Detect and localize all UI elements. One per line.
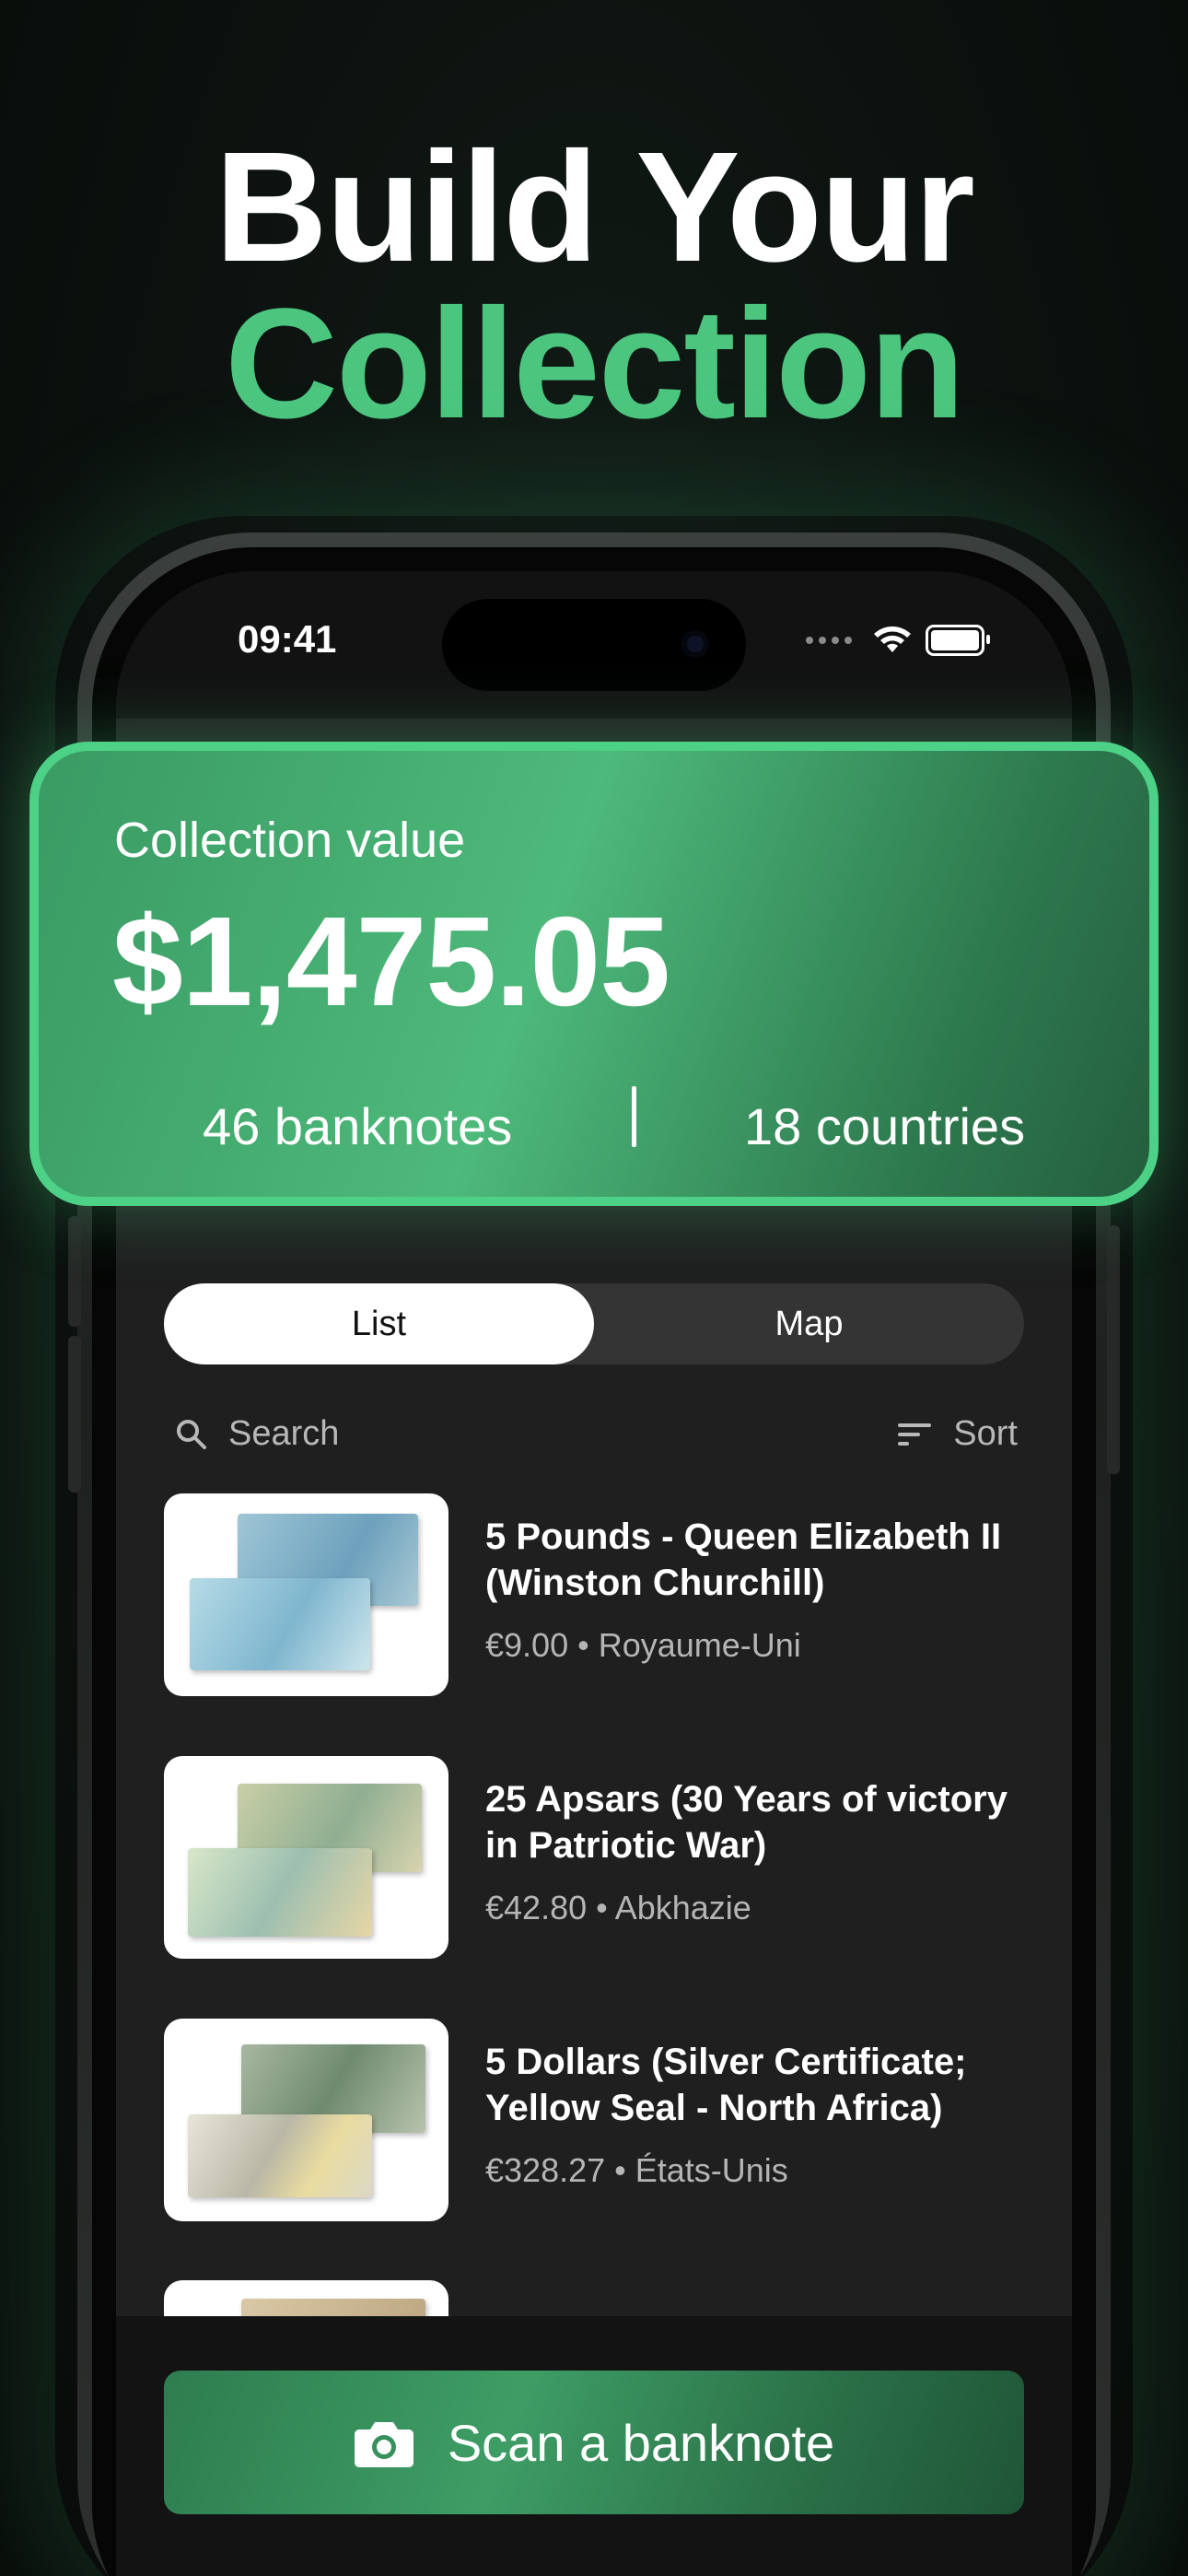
status-time: 09:41	[238, 617, 337, 661]
list-item[interactable]: 5 Pounds - Queen Elizabeth II (Winston C…	[164, 1493, 1024, 1696]
list-item[interactable]: 5 Dollars (Silver Certificate; Yellow Se…	[164, 2019, 1024, 2221]
headline: Build Your Collection	[0, 129, 1188, 442]
tab-list[interactable]: List	[164, 1283, 594, 1364]
phone-volume-button	[68, 1336, 81, 1493]
banknotes-count: 46 banknotes	[203, 1097, 513, 1155]
banknote-thumbnail	[164, 1756, 448, 1959]
banknote-front-image	[188, 2114, 372, 2197]
list-item-partial[interactable]	[164, 2280, 1024, 2317]
scan-banknote-button[interactable]: Scan a banknote	[164, 2371, 1024, 2514]
search-placeholder: Search	[228, 1414, 340, 1453]
camera-icon	[354, 2422, 413, 2467]
item-subtitle: €42.80 • Abkhazie	[485, 1889, 751, 1926]
headline-line-1: Build Your	[215, 120, 975, 295]
stat-divider	[632, 1086, 636, 1147]
view-toggle: List Map	[164, 1283, 1024, 1364]
scan-button-label: Scan a banknote	[447, 2413, 835, 2472]
banknote-thumbnail	[164, 2019, 448, 2221]
item-price: €42.80	[485, 1889, 588, 1926]
banknote-thumbnail	[164, 1493, 448, 1696]
phone-action-button	[68, 1216, 81, 1327]
collection-value-label: Collection value	[114, 813, 466, 868]
item-title: 5 Dollars (Silver Certificate; Yellow Se…	[485, 2042, 967, 2128]
collection-value-amount: $1,475.05	[112, 891, 670, 1033]
banknote-front-image	[188, 1848, 372, 1937]
battery-icon	[926, 625, 990, 656]
item-country: Abkhazie	[614, 1889, 751, 1926]
item-title: 5 Pounds - Queen Elizabeth II (Winston C…	[485, 1516, 1002, 1603]
signal-dots-icon	[806, 637, 852, 644]
collection-value-card: Collection value $1,475.05 46 banknotes …	[29, 742, 1159, 1206]
status-bar: 09:41	[116, 571, 1072, 719]
item-title: 25 Apsars (30 Years of victory in Patrio…	[485, 1779, 1007, 1866]
search-icon	[177, 1419, 206, 1449]
wifi-icon	[874, 626, 911, 652]
banknote-back-image	[241, 2299, 425, 2317]
banknote-front-image	[190, 1578, 370, 1670]
item-country: États-Unis	[635, 2151, 788, 2189]
list-item[interactable]: 25 Apsars (30 Years of victory in Patrio…	[164, 1756, 1024, 1959]
banknote-thumbnail	[164, 2280, 448, 2317]
headline-line-2: Collection	[225, 276, 965, 451]
item-price: €9.00	[485, 1626, 569, 1664]
dynamic-island	[442, 599, 746, 691]
countries-count: 18 countries	[744, 1097, 1026, 1155]
item-subtitle: €328.27 • États-Unis	[485, 2151, 788, 2189]
item-country: Royaume-Uni	[598, 1626, 801, 1664]
sort-icon	[898, 1423, 932, 1446]
front-camera-icon	[681, 630, 709, 658]
sort-label: Sort	[953, 1414, 1018, 1453]
sort-button[interactable]: Sort	[896, 1414, 1018, 1454]
search-input[interactable]: Search	[175, 1414, 339, 1454]
tab-map[interactable]: Map	[594, 1283, 1024, 1364]
item-price: €328.27	[485, 2151, 606, 2189]
item-subtitle: €9.00 • Royaume-Uni	[485, 1626, 801, 1664]
phone-power-button	[1107, 1225, 1120, 1474]
status-icons	[806, 625, 990, 656]
